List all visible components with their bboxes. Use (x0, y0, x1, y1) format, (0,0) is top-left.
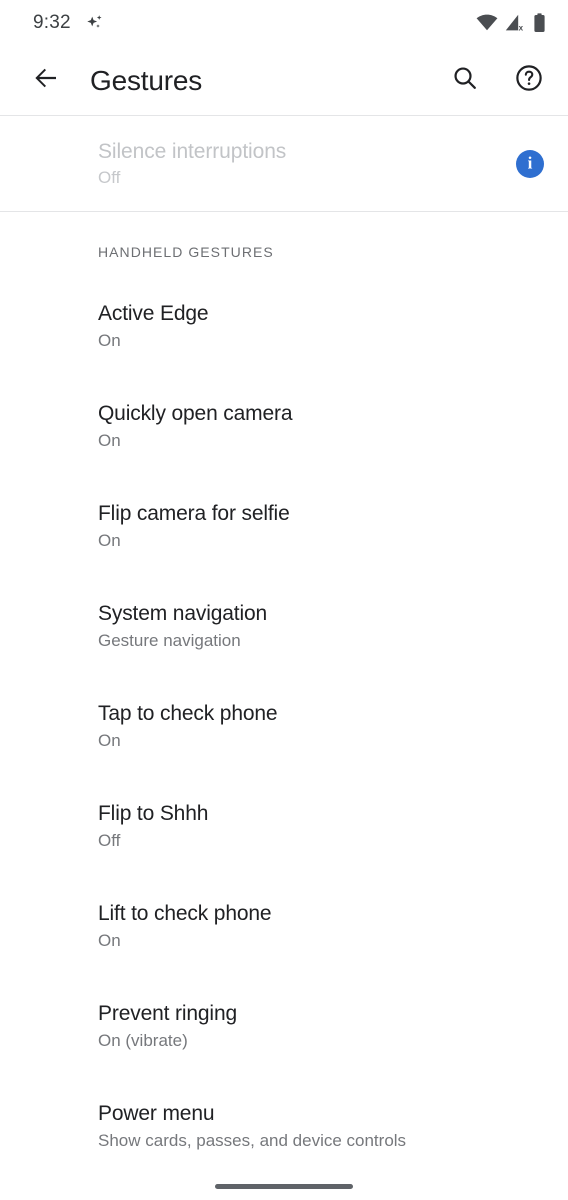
info-icon-glyph: i (527, 153, 533, 173)
preference-summary: Off (98, 831, 121, 850)
preference-summary: On (98, 931, 121, 950)
preference-item[interactable]: Flip to Shhh Off (0, 790, 568, 890)
status-bar-right: x (476, 13, 546, 33)
section-divider (0, 211, 568, 212)
preference-title: Tap to check phone (98, 702, 278, 725)
preference-title: Active Edge (98, 302, 209, 325)
battery-icon (533, 13, 546, 33)
home-gesture-pill[interactable] (215, 1184, 353, 1189)
preference-summary: Show cards, passes, and device controls (98, 1131, 407, 1150)
status-bar-clock: 9:32 (33, 12, 71, 33)
silence-interruptions-texts: Silence interruptions Off (98, 140, 286, 188)
svg-text:x: x (519, 24, 524, 32)
preference-summary: On (98, 431, 121, 450)
preference-item[interactable]: Flip camera for selfie On (0, 490, 568, 590)
preference-item[interactable]: Tap to check phone On (0, 690, 568, 790)
preference-title: Flip to Shhh (98, 802, 209, 825)
status-bar-left: 9:32 (33, 12, 105, 34)
info-icon[interactable]: i (516, 149, 544, 178)
preference-title: Power menu (98, 1102, 215, 1125)
preference-item[interactable]: Lift to check phone On (0, 890, 568, 990)
wifi-icon (476, 14, 498, 32)
preference-title: Lift to check phone (98, 902, 272, 925)
search-icon (451, 64, 479, 97)
preference-item[interactable]: Prevent ringing On (vibrate) (0, 990, 568, 1090)
preference-summary: On (vibrate) (98, 1031, 188, 1050)
preference-title: System navigation (98, 602, 268, 625)
preference-summary: On (98, 531, 121, 550)
silence-interruptions-summary: Off (98, 167, 121, 187)
section-header-handheld-gestures: HANDHELD GESTURES (98, 244, 274, 260)
settings-gestures-screen: 9:32 x Gestures Silence interruptions Of… (0, 0, 568, 1200)
preference-title: Quickly open camera (98, 402, 293, 425)
preference-title: Prevent ringing (98, 1002, 237, 1025)
back-button[interactable] (22, 57, 70, 105)
preference-silence-interruptions[interactable]: Silence interruptions Off i (0, 116, 568, 211)
preference-list: Active Edge On Quickly open camera On Flip c… (0, 290, 568, 1190)
status-bar: 9:32 x (0, 0, 568, 46)
preference-summary: On (98, 731, 121, 750)
help-circle-icon (514, 63, 544, 98)
preference-item[interactable]: Quickly open camera On (0, 390, 568, 490)
silence-interruptions-title: Silence interruptions (98, 139, 287, 163)
preference-item[interactable]: Active Edge On (0, 290, 568, 390)
preference-title: Flip camera for selfie (98, 502, 290, 525)
preference-item[interactable]: System navigation Gesture navigation (0, 590, 568, 690)
page-title: Gestures (90, 64, 202, 96)
preference-item[interactable]: Power menu Show cards, passes, and device… (0, 1090, 568, 1190)
preference-summary: On (98, 331, 121, 350)
arrow-left-icon (31, 63, 61, 98)
mobile-signal-off-icon: x (505, 14, 526, 32)
preference-summary: Gesture navigation (98, 631, 241, 650)
help-button[interactable] (506, 58, 552, 104)
search-button[interactable] (442, 58, 488, 104)
app-bar: Gestures (0, 46, 568, 115)
sparkle-icon (85, 13, 105, 33)
app-bar-actions (442, 58, 552, 104)
